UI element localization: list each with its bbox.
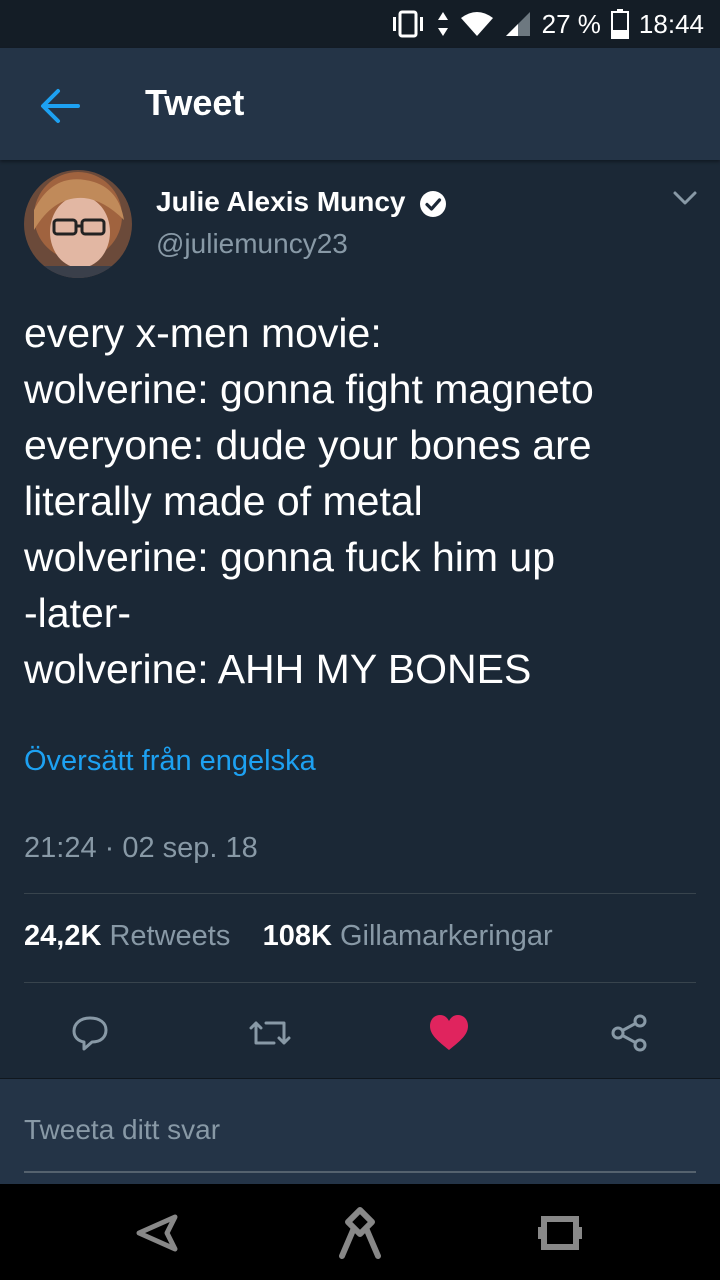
system-nav-bar	[0, 1184, 720, 1280]
arrow-left-icon	[41, 89, 80, 123]
likes-count: 108K	[262, 920, 332, 952]
tweet-actions	[0, 1005, 720, 1061]
author-handle[interactable]: @juliemuncy23	[156, 228, 348, 260]
tweet-line: wolverine: gonna fuck him up	[24, 534, 556, 580]
app-bar: Tweet	[0, 48, 720, 160]
like-button[interactable]	[427, 1011, 471, 1055]
signal-icon	[504, 10, 532, 38]
heart-icon	[430, 1015, 468, 1050]
divider	[24, 982, 696, 983]
tweet-line: every x-men movie:	[24, 310, 382, 356]
reply-bar	[0, 1078, 720, 1185]
tweet-stats: 24,2K Retweets 108K Gillamarkeringar	[24, 920, 553, 953]
retweets-count: 24,2K	[24, 920, 102, 952]
translate-link[interactable]: Översätt från engelska	[24, 745, 316, 778]
back-nav-icon	[136, 1214, 178, 1252]
tweet-timestamp: 21:24 · 02 sep. 18	[24, 832, 258, 864]
battery-icon	[610, 9, 629, 39]
retweet-button[interactable]	[248, 1011, 292, 1055]
battery-percent: 27 %	[541, 8, 601, 39]
retweet-icon	[249, 1021, 291, 1045]
wifi-icon	[460, 10, 494, 38]
data-arrows-icon	[436, 10, 450, 38]
recents-nav-icon	[538, 1216, 582, 1250]
share-button[interactable]	[607, 1011, 651, 1055]
verified-badge-icon	[419, 190, 447, 218]
share-icon	[611, 1014, 647, 1052]
likes-stat[interactable]: 108K Gillamarkeringar	[263, 920, 553, 952]
retweets-stat[interactable]: 24,2K Retweets	[24, 920, 230, 952]
reply-input[interactable]	[24, 1109, 696, 1173]
vibrate-icon	[390, 10, 426, 38]
chevron-down-icon	[673, 191, 697, 205]
nav-recents-button[interactable]	[530, 1208, 590, 1258]
status-time: 18:44	[638, 8, 704, 39]
back-button[interactable]	[38, 86, 82, 126]
tweet-line: everyone: dude your bones are	[24, 422, 592, 468]
more-options-button[interactable]	[672, 188, 698, 208]
divider	[24, 893, 696, 894]
tweet-line: literally made of metal	[24, 478, 423, 524]
tweet-line: wolverine: gonna fight magneto	[24, 366, 594, 412]
tweet-line: -later-	[24, 590, 132, 636]
tweet-author: Julie Alexis Muncy @juliemuncy23	[24, 170, 698, 280]
tweet-line: wolverine: AHH MY BONES	[24, 646, 532, 692]
avatar[interactable]	[24, 170, 132, 278]
reply-icon	[72, 1016, 108, 1051]
reply-button[interactable]	[68, 1011, 112, 1055]
retweets-label: Retweets	[109, 920, 231, 952]
status-bar: 27 % 18:44	[0, 0, 720, 48]
tweet-text: every x-men movie: wolverine: gonna figh…	[24, 305, 704, 697]
nav-home-button[interactable]	[330, 1207, 390, 1259]
nav-back-button[interactable]	[128, 1208, 188, 1258]
likes-label: Gillamarkeringar	[339, 920, 553, 952]
page-title: Tweet	[145, 82, 245, 123]
home-nav-icon	[339, 1207, 381, 1259]
author-name[interactable]: Julie Alexis Muncy	[156, 186, 406, 218]
